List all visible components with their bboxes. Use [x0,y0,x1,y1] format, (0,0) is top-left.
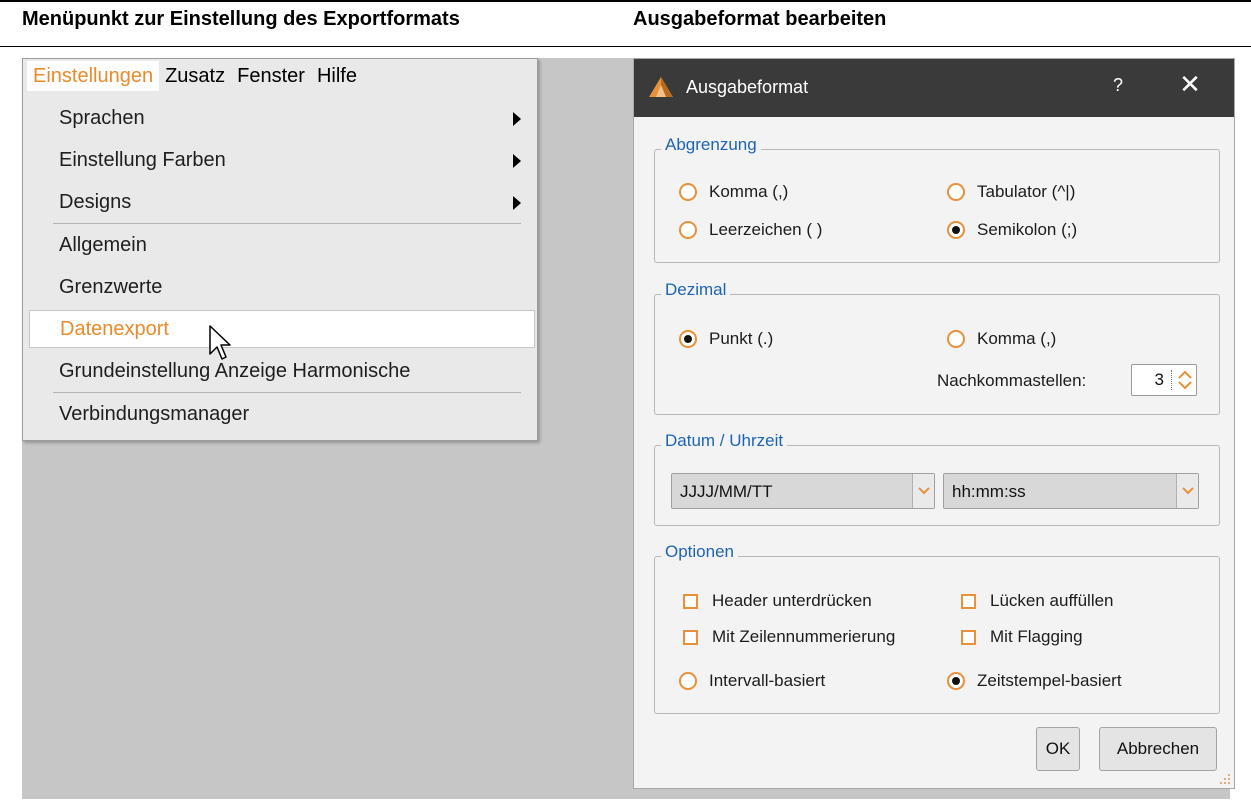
checkbox-label: Mit Flagging [990,627,1083,646]
dropdown-button[interactable] [912,474,934,508]
radio-zeitstempel-basiert[interactable]: Zeitstempel-basiert [947,671,1122,691]
radio-label: Leerzeichen ( ) [709,220,823,239]
caption-right: Ausgabeformat bearbeiten [633,8,887,30]
radio-komma[interactable]: Komma (,) [679,182,788,202]
radio-button[interactable] [947,672,965,690]
menu-item-einstellung-farben[interactable]: Einstellung Farben [29,139,535,181]
ok-button[interactable]: OK [1036,727,1080,771]
radio-dezimal-komma[interactable]: Komma (,) [947,329,1056,349]
screenshot-canvas: Menüpunkt zur Einstellung des Exportform… [0,0,1251,805]
checkbox-luecken-auffuellen[interactable]: Lücken auffüllen [961,591,1114,611]
group-title-dezimal: Dezimal [661,280,731,300]
submenu-arrow-icon [513,196,521,210]
checkbox[interactable] [683,629,698,645]
menu-item-label: Designs [59,191,132,213]
top-rule [0,0,1251,2]
menu-item-datenexport[interactable]: Datenexport [29,310,535,348]
menu-item-grundeinstellung-harmonische[interactable]: Grundeinstellung Anzeige Harmonische [29,350,535,392]
nachkommastellen-stepper[interactable]: 3 [1131,364,1197,396]
menu-item-label: Allgemein [59,234,147,256]
app-logo-icon [649,77,673,97]
time-format-value: hh:mm:ss [952,482,1026,501]
menu-item-label: Verbindungsmanager [59,403,250,425]
radio-button[interactable] [947,221,965,239]
dropdown-menu: Sprachen Einstellung Farben Designs Allg… [29,97,535,435]
checkbox-label: Header unterdrücken [712,591,872,610]
nachkommastellen-label: Nachkommastellen: [937,371,1087,390]
ausgabeformat-dialog: Ausgabeformat ? ✕ Abgrenzung Komma (,) T… [633,58,1235,789]
chevron-down-icon [1182,487,1194,495]
menu-item-label: Grenzwerte [59,276,163,298]
group-title-datum: Datum / Uhrzeit [661,431,788,451]
radio-label: Tabulator (^|) [977,182,1076,201]
radio-button[interactable] [679,183,697,201]
checkbox-mit-flagging[interactable]: Mit Flagging [961,627,1083,647]
submenu-arrow-icon [513,112,521,126]
checkbox[interactable] [961,593,976,609]
radio-button[interactable] [679,221,697,239]
dropdown-button[interactable] [1176,474,1198,508]
caption-rule [0,46,1251,47]
menu-item-allgemein[interactable]: Allgemein [29,224,535,266]
help-button[interactable]: ? [1108,75,1128,96]
stepper-value[interactable]: 3 [1132,370,1168,390]
radio-button[interactable] [679,330,697,348]
group-datum-uhrzeit: Datum / Uhrzeit JJJJ/MM/TT hh:mm:ss [654,431,1220,526]
stepper-divider [1171,370,1172,390]
radio-label: Komma (,) [709,182,789,201]
radio-punkt[interactable]: Punkt (.) [679,329,773,349]
menu-item-label: Grundeinstellung Anzeige Harmonische [59,360,411,382]
menu-item-grenzwerte[interactable]: Grenzwerte [29,266,535,308]
resize-grip-icon[interactable] [1217,771,1231,785]
submenu-arrow-icon [513,154,521,168]
menubar-item-hilfe[interactable]: Hilfe [311,61,363,91]
mouse-cursor-icon [209,325,231,360]
radio-leerzeichen[interactable]: Leerzeichen ( ) [679,220,822,240]
checkbox-label: Mit Zeilennummerierung [712,627,896,646]
close-icon[interactable]: ✕ [1175,69,1205,100]
radio-button[interactable] [947,330,965,348]
group-optionen: Optionen Header unterdrücken Lücken auff… [654,542,1220,714]
menubar: Einstellungen Zusatz Fenster Hilfe [23,59,537,93]
cancel-button[interactable]: Abbrechen [1099,727,1217,771]
radio-label: Semikolon (;) [977,220,1078,239]
menubar-item-fenster[interactable]: Fenster [231,61,311,91]
radio-label: Intervall-basiert [709,671,826,690]
menu-item-label: Datenexport [60,318,169,340]
stepper-arrows-icon[interactable] [1175,366,1195,394]
menu-item-designs[interactable]: Designs [29,181,535,223]
menu-item-verbindungsmanager[interactable]: Verbindungsmanager [29,393,535,435]
group-abgrenzung: Abgrenzung Komma (,) Tabulator (^|) Leer… [654,135,1220,263]
dialog-titlebar: Ausgabeformat ? ✕ [634,59,1234,117]
menubar-item-einstellungen[interactable]: Einstellungen [27,61,160,91]
menu-item-sprachen[interactable]: Sprachen [29,97,535,139]
dialog-title: Ausgabeformat [686,77,809,97]
menu-item-label: Sprachen [59,107,145,129]
caption-left: Menüpunkt zur Einstellung des Exportform… [22,8,460,30]
radio-semikolon[interactable]: Semikolon (;) [947,220,1077,240]
radio-label: Komma (,) [977,329,1057,348]
chevron-down-icon [918,487,930,495]
menu-item-label: Einstellung Farben [59,149,226,171]
group-title-abgrenzung: Abgrenzung [661,135,761,155]
group-dezimal: Dezimal Punkt (.) Komma (,) Nachkommaste… [654,280,1220,415]
radio-label: Zeitstempel-basiert [977,671,1122,690]
menubar-item-zusatz[interactable]: Zusatz [159,61,231,91]
checkbox-zeilennummerierung[interactable]: Mit Zeilennummerierung [683,627,895,647]
checkbox-label: Lücken auffüllen [990,591,1114,610]
radio-button[interactable] [947,183,965,201]
group-title-optionen: Optionen [661,542,738,562]
date-format-value: JJJJ/MM/TT [680,482,773,501]
settings-menu-window: Einstellungen Zusatz Fenster Hilfe Sprac… [22,58,538,441]
checkbox[interactable] [683,593,698,609]
radio-button[interactable] [679,672,697,690]
checkbox-header-unterdruecken[interactable]: Header unterdrücken [683,591,872,611]
time-format-select[interactable]: hh:mm:ss [943,473,1199,509]
radio-tabulator[interactable]: Tabulator (^|) [947,182,1075,202]
radio-label: Punkt (.) [709,329,774,348]
radio-intervall-basiert[interactable]: Intervall-basiert [679,671,825,691]
checkbox[interactable] [961,629,976,645]
date-format-select[interactable]: JJJJ/MM/TT [671,473,935,509]
